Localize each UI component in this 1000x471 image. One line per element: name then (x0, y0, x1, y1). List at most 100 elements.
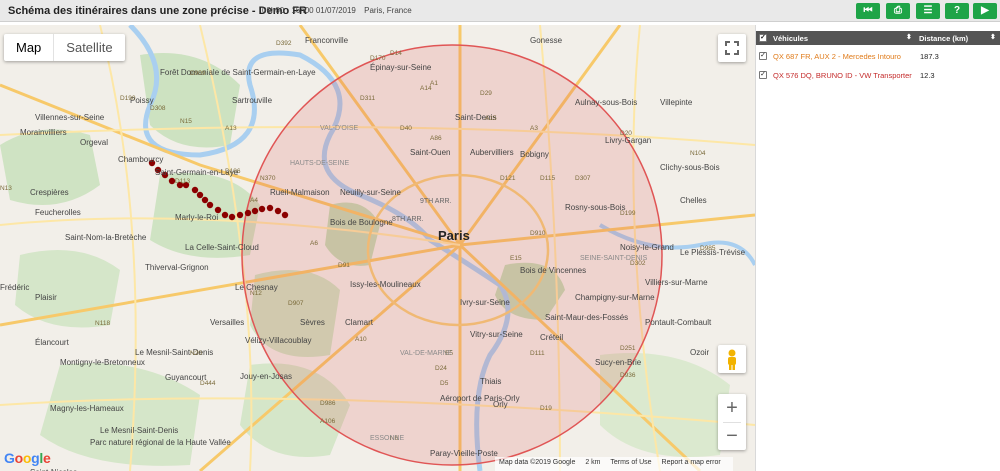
fullscreen-icon (725, 41, 739, 55)
route-point (206, 201, 214, 209)
vehicle-name[interactable]: QX 687 FR, AUX 2 - Mercedes Intouro (773, 52, 901, 61)
sort-icon[interactable]: ⬍ (990, 33, 996, 41)
road-label: D113 (175, 178, 190, 185)
city-label-paris: Paris (438, 228, 470, 243)
route-point (266, 204, 274, 212)
city-label: Clichy-sous-Bois (660, 163, 720, 172)
skip-back-icon: ⏮ (863, 5, 873, 16)
column-distance[interactable]: Distance (km) (919, 34, 968, 43)
road-label: D190 (120, 95, 136, 102)
fullscreen-button[interactable] (718, 34, 746, 62)
city-label: Orgeval (80, 138, 108, 147)
play-icon: ▶ (981, 5, 989, 16)
route-point (258, 205, 266, 213)
play-button[interactable]: ▶ (973, 3, 997, 19)
route-point (228, 213, 236, 221)
vehicle-row[interactable]: ✓ QX 576 DQ, BRUNO ID - VW Transporter 1… (756, 66, 1000, 84)
city-label: Sartrouville (232, 96, 273, 105)
road-label: N13 (0, 185, 12, 192)
road-label: N118 (95, 320, 110, 327)
city-label: Livry-Gargan (605, 136, 651, 145)
city-label: Pontault-Combault (645, 318, 712, 327)
city-label: Neuilly-sur-Seine (340, 188, 401, 197)
road-label: N370 (260, 175, 276, 182)
road-label: D444 (200, 380, 216, 387)
city-label: Feucherolles (35, 208, 81, 217)
vehicle-checkbox[interactable]: ✓ (759, 52, 767, 60)
print-button[interactable]: ⎙ (886, 3, 910, 19)
vehicle-name[interactable]: QX 576 DQ, BRUNO ID - VW Transporter (773, 71, 912, 80)
road-label: N104 (690, 150, 706, 157)
zoom-out-button[interactable]: − (718, 422, 746, 450)
route-point (274, 207, 282, 215)
list-button[interactable]: ☰ (916, 3, 940, 19)
road-label: D115 (540, 175, 555, 182)
map-data-attribution: Map data ©2019 Google (499, 459, 576, 466)
skip-back-button[interactable]: ⏮ (856, 3, 880, 19)
city-label: Élancourt (35, 338, 70, 347)
road-label: E15 (510, 255, 522, 262)
vehicle-row[interactable]: ✓ QX 687 FR, AUX 2 - Mercedes Intouro 18… (756, 47, 1000, 65)
city-label: Noisy-le-Grand (620, 243, 674, 252)
city-label: Villepinte (660, 98, 693, 107)
city-label: Rosny-sous-Bois (565, 203, 625, 212)
road-label: D907 (288, 300, 304, 307)
help-icon: ? (953, 5, 961, 16)
map[interactable]: Paris 9TH ARR. 8TH ARR. Franconville Gonesse… (0, 25, 755, 471)
road-label: D20 (620, 130, 632, 137)
street-view-pegman[interactable] (718, 345, 746, 373)
road-label: D311 (360, 95, 375, 102)
city-label: Ivry-sur-Seine (460, 298, 510, 307)
time-range: 09h00 - 16h00 01/07/2019 (262, 6, 356, 15)
city-label: Ozoir (690, 348, 709, 357)
report-error-link[interactable]: Report a map error (662, 459, 721, 466)
city-label: Franconville (305, 36, 349, 45)
city-label: Versailles (210, 318, 244, 327)
city-label: Sèvres (300, 318, 325, 327)
district-label: 8TH ARR. (392, 216, 424, 223)
vehicle-checkbox[interactable]: ✓ (759, 71, 767, 79)
route-point (236, 211, 244, 219)
road-label: A13 (225, 125, 237, 132)
map-type-satellite-button[interactable]: Satellite (54, 34, 124, 61)
city-label: Saint-Maur-des-Fossés (545, 313, 628, 322)
road-label: D251 (620, 345, 636, 352)
sort-icon[interactable]: ⬍ (906, 33, 912, 41)
road-label: D14 (390, 50, 402, 57)
terms-link[interactable]: Terms of Use (610, 459, 651, 466)
city-label: La Celle-Saint-Cloud (185, 243, 259, 252)
city-label: Saint-Ouen (410, 148, 450, 157)
road-label: A106 (320, 418, 336, 425)
select-all-checkbox[interactable]: ✓ (759, 34, 767, 42)
map-type-map-button[interactable]: Map (4, 34, 55, 61)
city-label: Vitry-sur-Seine (470, 330, 523, 339)
help-button[interactable]: ? (945, 3, 969, 19)
road-label: D308 (150, 105, 166, 112)
road-label: D199 (620, 210, 636, 217)
city-label: Forêt Domaniale de Saint-Germain-en-Laye (160, 68, 316, 77)
map-canvas[interactable]: Paris 9TH ARR. 8TH ARR. Franconville Gonesse… (0, 25, 755, 471)
city-label: Issy-les-Moulineaux (350, 280, 421, 289)
city-label: Morainvilliers (20, 128, 67, 137)
report-meta: 09h00 - 16h00 01/07/2019 Paris, France (262, 6, 418, 15)
map-footer: Map data ©2019 Google 2 km Terms of Use … (495, 457, 733, 471)
vehicle-panel: ✓ Véhicules ⬍ Distance (km) ⬍ ✓ QX 687 F… (755, 25, 1000, 471)
list-icon: ☰ (923, 5, 933, 16)
road-label: N12 (250, 290, 262, 297)
road-label: D936 (620, 372, 636, 379)
route-point (191, 186, 199, 194)
road-label: N15 (180, 118, 192, 125)
boundary-label: SEINE-SAINT-DENIS (580, 255, 648, 262)
print-icon: ⎙ (894, 5, 902, 16)
road-label: D985 (700, 245, 716, 252)
zoom-control: + − (718, 394, 746, 450)
road-label: A3 (530, 125, 538, 132)
route-point (251, 207, 259, 215)
road-label: D121 (500, 175, 516, 182)
road-label: D986 (320, 400, 336, 407)
road-label: D40 (400, 125, 412, 132)
route-point (201, 196, 209, 204)
road-label: A6 (310, 240, 318, 247)
column-vehicles[interactable]: Véhicules (773, 34, 808, 43)
zoom-in-button[interactable]: + (718, 394, 746, 422)
